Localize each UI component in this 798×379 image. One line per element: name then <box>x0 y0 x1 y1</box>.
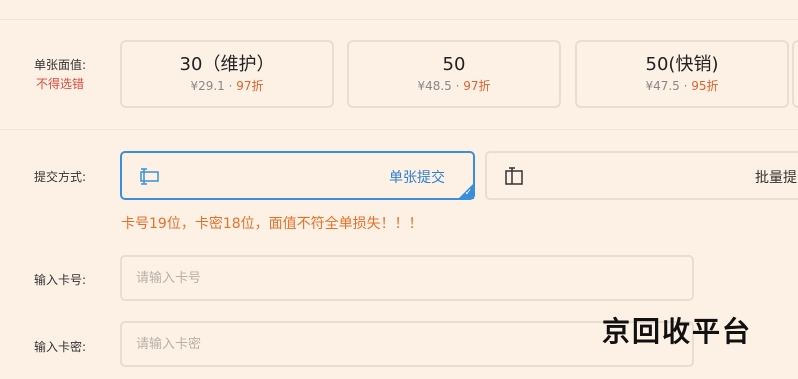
single-card-icon <box>140 168 159 185</box>
card-discount: 97折 <box>463 79 491 93</box>
card-price: ¥29.1 <box>190 79 225 93</box>
separator: · <box>451 79 464 93</box>
batch-card-icon <box>505 167 523 185</box>
separator: · <box>679 79 692 93</box>
denomination-card-30[interactable]: 30（维护） ¥29.1 · 97折 <box>120 40 334 108</box>
card-number-label: 输入卡号: <box>34 273 87 287</box>
card-number-input[interactable] <box>120 255 694 301</box>
card-price-line: ¥29.1 · 97折 <box>122 77 332 95</box>
card-price-line: ¥47.5 · 95折 <box>577 77 787 95</box>
batch-submit-option[interactable]: 批量提 <box>485 151 798 200</box>
card-price: ¥47.5 <box>645 79 680 93</box>
single-submit-option[interactable]: 单张提交 ✓ <box>120 151 475 200</box>
card-value: 50 <box>442 54 466 75</box>
card-discount: 97折 <box>236 79 264 93</box>
card-value: 30（维护） <box>179 54 275 75</box>
card-format-notice: 卡号19位，卡密18位，面值不符全单损失！！！ <box>121 216 423 232</box>
section-divider <box>0 129 798 130</box>
submit-method-label: 提交方式: <box>34 170 87 184</box>
watermark: 京回收平台 <box>602 315 753 348</box>
denomination-card-50[interactable]: 50 ¥48.5 · 97折 <box>347 40 561 108</box>
denomination-warning: 不得选错 <box>36 77 85 91</box>
denomination-label: 单张面值: <box>34 58 87 72</box>
card-value: 50(快销) <box>645 54 719 75</box>
denomination-card-partial[interactable] <box>792 40 798 108</box>
card-discount: 95折 <box>691 79 719 93</box>
top-divider <box>0 19 798 20</box>
card-price-line: ¥48.5 · 97折 <box>349 77 559 95</box>
check-icon: ✓ <box>464 188 472 198</box>
single-submit-label: 单张提交 <box>389 170 445 186</box>
denomination-card-50-fast[interactable]: 50(快销) ¥47.5 · 95折 <box>575 40 789 108</box>
card-password-label: 输入卡密: <box>34 340 87 354</box>
card-price: ¥48.5 <box>417 79 452 93</box>
separator: · <box>224 79 237 93</box>
batch-submit-label: 批量提 <box>755 170 797 186</box>
